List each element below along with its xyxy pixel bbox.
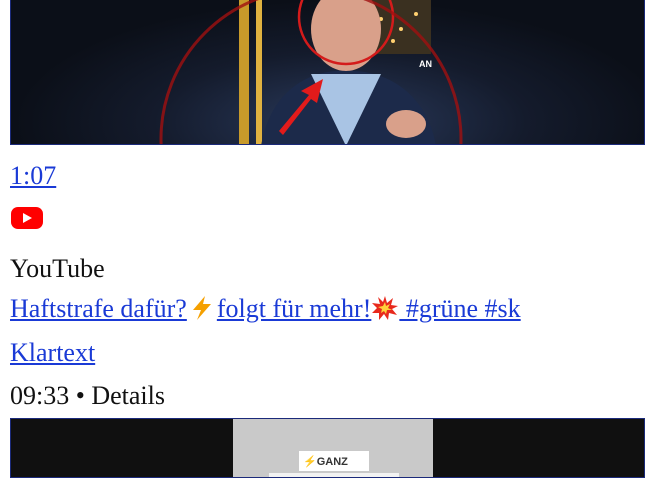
video-thumbnail[interactable]: AN [10,0,645,145]
video-thumbnail-2[interactable]: ⚡GANZ [10,418,645,478]
thumbnail-image-2: ⚡GANZ [11,419,644,477]
channel-link[interactable]: Klartext [10,338,95,367]
channel-container: Klartext [10,337,95,369]
title-part-1: Haftstrafe dafür? [10,294,187,323]
title-part-2: folgt für mehr! [216,294,372,323]
video-title-link[interactable]: Haftstrafe dafür? folgt für mehr! #grüne … [10,294,521,323]
collision-icon [372,296,399,320]
video-source: YouTube [10,254,105,283]
youtube-icon [11,207,43,229]
thumbnail-caption-2: ⚡GANZ [303,455,348,468]
video-title-container: Haftstrafe dafür? folgt für mehr! #grüne … [10,293,521,325]
video-meta: 09:33 • Details [10,381,165,410]
lightning-icon [192,296,211,320]
thumbnail-image: AN [159,0,463,144]
title-part-3: #grüne #sk [399,294,521,323]
video-duration-link[interactable]: 1:07 [10,161,56,190]
thumbnail-caption: AN [419,59,432,69]
video-duration-container: 1:07 [10,160,56,192]
